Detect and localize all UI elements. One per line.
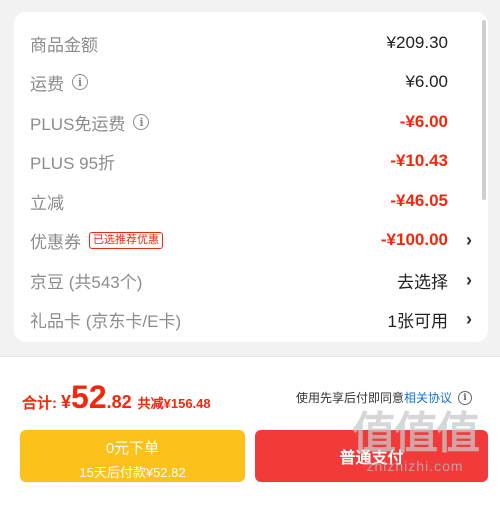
total-decimal: .82 [106,392,132,412]
plus-free-shipping-value: -¥6.00 [399,112,448,131]
coupon-recommended-badge: 已选推荐优惠 [89,231,163,249]
total-label: 合计: [22,395,57,412]
jd-beans-value: 去选择 [397,272,448,292]
order-summary-card: 商品金额 ¥209.30 运费 i ¥6.00 PLUS免运费 i -¥6.00… [14,12,488,342]
agreement-link[interactable]: 相关协议 [404,389,452,406]
gift-card-value: 1张可用 [387,311,448,331]
pay-later-title: 0元下单 [105,440,160,457]
total-saved: 共减¥156.48 [137,396,211,411]
row-shipping: 运费 i ¥6.00 [14,67,488,97]
row-plus-discount: PLUS 95折 -¥10.43 [14,146,488,176]
shipping-label: 运费 i [30,70,88,95]
shipping-value: ¥6.00 [405,72,448,91]
coupon-value: -¥100.00 [380,230,448,249]
row-goods-amount: 商品金额 ¥209.30 [14,28,488,58]
pay-later-subtitle: 15天后付款¥52.82 [79,465,186,480]
row-instant-reduction: 立减 -¥46.05 [14,186,488,216]
row-plus-free-shipping: PLUS免运费 i -¥6.00 [14,107,488,137]
chevron-right-icon[interactable]: › [466,230,472,251]
checkout-bar: 合计: ¥ 52 .82 共减¥156.48 使用先享后付即同意 相关协议 i … [0,357,500,506]
shipping-label-text: 运费 [30,74,64,94]
info-icon[interactable]: i [458,390,472,405]
instant-reduction-value: -¥46.05 [390,191,448,210]
info-icon[interactable]: i [133,114,150,130]
gift-card-label: 礼品卡 (京东卡/E卡) [30,311,182,331]
coupon-label-text: 优惠券 [30,232,81,252]
plus-free-shipping-label: PLUS免运费 i [30,110,150,135]
chevron-right-icon[interactable]: › [466,309,472,330]
agreement-notice: 使用先享后付即同意 相关协议 i [296,389,472,406]
agreement-text: 使用先享后付即同意 [295,391,404,405]
order-total: 合计: ¥ 52 .82 共减¥156.48 [22,379,211,416]
goods-amount-value: ¥209.30 [386,33,448,52]
normal-pay-button[interactable]: 普通支付 [255,430,488,482]
plus-discount-value: -¥10.43 [390,151,448,170]
instant-reduction-label: 立减 [30,193,64,213]
jd-beans-label: 京豆 (共543个) [30,272,143,292]
row-gift-card[interactable]: 礼品卡 (京东卡/E卡) 1张可用 › [14,304,488,334]
plus-free-shipping-label-text: PLUS免运费 [30,114,126,134]
total-currency: ¥ [61,392,72,412]
pay-later-button[interactable]: 0元下单 15天后付款¥52.82 [20,430,245,482]
total-integer: 52 [71,379,107,415]
goods-amount-label: 商品金额 [30,35,98,55]
plus-discount-label: PLUS 95折 [30,153,116,173]
chevron-right-icon[interactable]: › [466,270,472,291]
coupon-label: 优惠券 已选推荐优惠 [30,228,163,253]
info-icon[interactable]: i [72,74,88,90]
normal-pay-label: 普通支付 [339,450,404,467]
row-coupon[interactable]: 优惠券 已选推荐优惠 -¥100.00 › [14,225,488,255]
row-jd-beans[interactable]: 京豆 (共543个) 去选择 › [14,265,488,295]
